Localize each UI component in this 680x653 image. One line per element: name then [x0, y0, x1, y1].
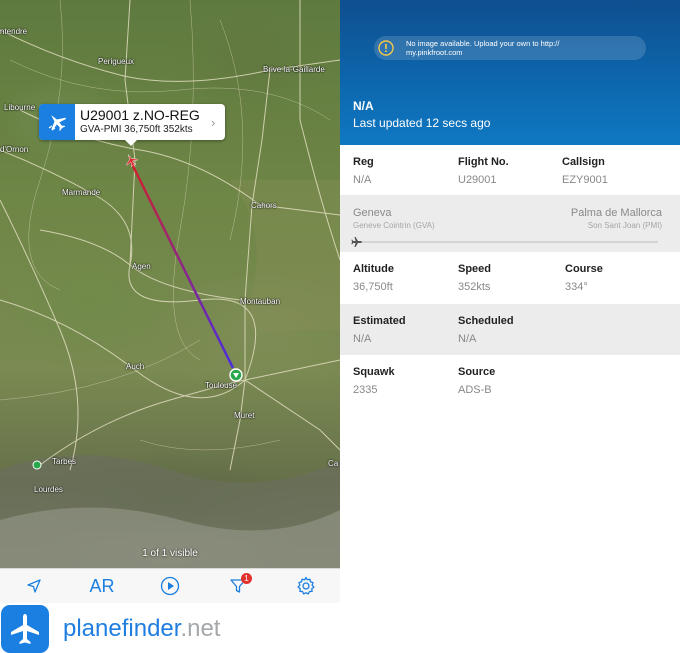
scheduled-label: Scheduled: [458, 315, 514, 327]
aircraft-title: N/A: [353, 99, 374, 113]
settings-button[interactable]: [286, 571, 326, 601]
callsign-value: EZY9001: [562, 174, 608, 186]
filter-badge: 1: [241, 573, 252, 584]
city-label: Toulouse: [205, 381, 238, 390]
performance-row: Altitude 36,750ft Speed 352kts Course 33…: [340, 252, 680, 304]
filter-button[interactable]: 1: [218, 571, 258, 601]
no-image-text: No image available. Upload your own to h…: [406, 39, 559, 57]
visible-count-label: 1 of 1 visible: [142, 548, 198, 559]
city-label: Brive-la-Gaillarde: [263, 65, 325, 74]
reg-value: N/A: [353, 174, 372, 186]
city-label: Ca: [328, 459, 339, 468]
scheduled-value: N/A: [458, 333, 477, 345]
playback-button[interactable]: [150, 571, 190, 601]
reg-label: Reg: [353, 156, 374, 168]
brand-wordmark: planefinder.net: [63, 615, 220, 643]
city-label: Marmande: [62, 188, 101, 197]
last-updated-label: Last updated 12 secs ago: [353, 116, 491, 130]
estimated-label: Estimated: [353, 315, 406, 327]
origin-airport: Geneve Cointrin (GVA): [353, 221, 435, 230]
map-toolbar: AR 1: [0, 568, 340, 603]
brand-footer: planefinder.net: [0, 604, 340, 653]
callsign-label: Callsign: [562, 156, 605, 168]
details-header: No image available. Upload your own to h…: [340, 0, 680, 145]
airport-marker-icon[interactable]: [229, 368, 243, 382]
destination-airport: Son Sant Joan (PMI): [587, 221, 662, 230]
city-label: Cahors: [251, 201, 277, 210]
timing-row: Estimated N/A Scheduled N/A: [340, 304, 680, 355]
location-button[interactable]: [14, 571, 54, 601]
squawk-label: Squawk: [353, 366, 395, 378]
city-label: Perigueux: [98, 57, 135, 66]
aircraft-marker-icon[interactable]: [123, 152, 139, 168]
airplane-icon: [351, 235, 363, 253]
route-progress-bar: [362, 241, 658, 243]
gear-icon: [297, 576, 315, 595]
flight-callout-title: U29001 z.NO-REG: [80, 107, 200, 123]
city-label: Montauban: [240, 297, 281, 306]
brand-tld: .net: [180, 614, 221, 642]
city-label: Agen: [132, 262, 151, 271]
city-label: Libourne: [4, 103, 36, 112]
course-label: Course: [565, 263, 603, 275]
ar-button[interactable]: AR: [82, 571, 122, 601]
identity-row: Reg N/A Flight No. U29001 Callsign EZY90…: [340, 145, 680, 195]
no-image-banner[interactable]: No image available. Upload your own to h…: [374, 36, 646, 60]
altitude-label: Altitude: [353, 263, 394, 275]
ar-label: AR: [89, 575, 115, 596]
brand-name: planefinder: [63, 614, 181, 642]
estimated-value: N/A: [353, 333, 372, 345]
speed-label: Speed: [458, 263, 492, 275]
transponder-row: Squawk 2335 Source ADS-B: [340, 355, 680, 407]
flight-details-panel: No image available. Upload your own to h…: [340, 0, 680, 653]
source-label: Source: [458, 366, 496, 378]
city-label: Lourdes: [34, 485, 63, 494]
city-label: Auch: [126, 362, 145, 371]
flight-no-label: Flight No.: [458, 156, 509, 168]
course-value: 334°: [565, 281, 588, 293]
play-circle-icon: [160, 576, 180, 596]
squawk-value: 2335: [353, 384, 378, 396]
airplane-icon: [11, 613, 39, 644]
flight-no-value: U29001: [458, 174, 497, 186]
city-label: Tarbes: [52, 457, 77, 466]
location-arrow-icon: [27, 579, 41, 593]
flight-callout-icon-box: [39, 104, 75, 140]
no-image-line: No image available. Upload your own to h…: [406, 39, 560, 57]
altitude-value: 36,750ft: [353, 281, 393, 293]
chevron-right-icon[interactable]: ›: [211, 104, 225, 140]
speed-value: 352kts: [458, 281, 491, 293]
city-label: d'Ornon: [0, 145, 29, 154]
city-label: ntendre: [0, 27, 28, 36]
flight-callout-subtitle: GVA-PMI 36,750ft 352kts: [80, 124, 193, 135]
airplane-icon: [48, 115, 67, 131]
map-roads: [0, 0, 340, 568]
map-view[interactable]: ntendre Perigueux Brive-la-Gaillarde Lib…: [0, 0, 340, 568]
destination-city: Palma de Mallorca: [570, 207, 662, 219]
planefinder-logo: [1, 604, 49, 653]
flight-callout[interactable]: U29001 z.NO-REG GVA-PMI 36,750ft 352kts …: [39, 104, 225, 146]
airport-marker-icon[interactable]: [32, 460, 42, 470]
warning-icon: [378, 40, 394, 56]
source-value: ADS-B: [458, 384, 492, 396]
route-row: Geneva Geneve Cointrin (GVA) Palma de Ma…: [340, 195, 680, 252]
origin-city: Geneva: [353, 207, 392, 219]
city-label: Muret: [234, 411, 255, 420]
